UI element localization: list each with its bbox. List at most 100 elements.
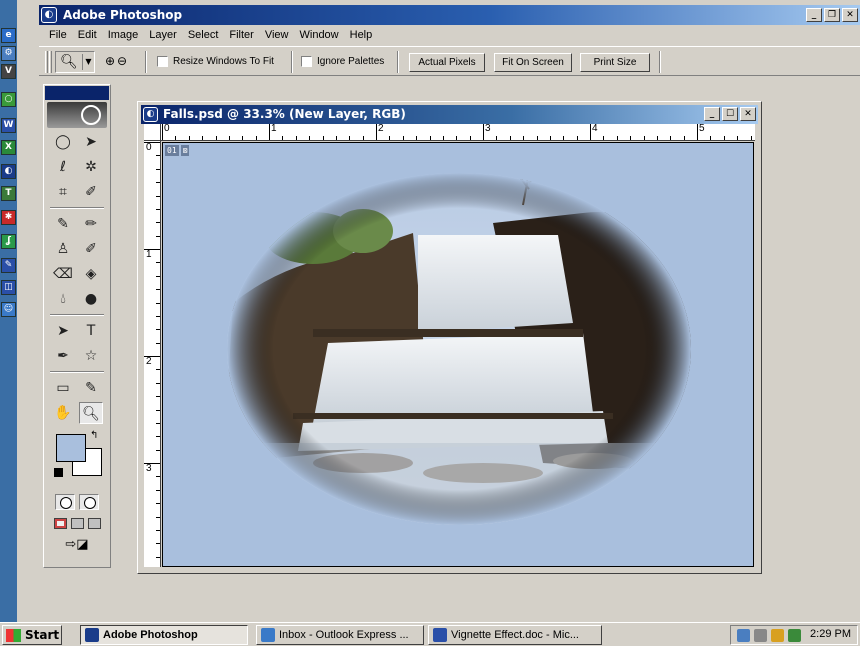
ignore-palettes-checkbox[interactable]: Ignore Palettes	[301, 56, 384, 67]
clock[interactable]: 2:29 PM	[810, 628, 851, 640]
magic-wand-tool-icon[interactable]: ✲	[79, 156, 103, 178]
photoshop-icon[interactable]: ◐	[1, 164, 16, 179]
task-photoshop[interactable]: Adobe Photoshop	[80, 625, 248, 645]
checkbox-box[interactable]	[301, 56, 312, 67]
standard-screen-mode-button[interactable]	[53, 518, 67, 529]
photoshop-app-icon[interactable]: ◐	[41, 7, 57, 23]
app-icon-green[interactable]: ○	[1, 92, 16, 107]
pen-tool-icon[interactable]: ✒	[51, 345, 75, 367]
menu-image[interactable]: Image	[108, 29, 139, 41]
ruler-vertical[interactable]: 0 1 2 3	[144, 141, 161, 567]
jump-to-imageready-icon[interactable]: ⇨◪	[61, 537, 93, 555]
ruler-tick	[175, 136, 177, 140]
resize-windows-label: Resize Windows To Fit	[173, 56, 274, 67]
ruler-tick	[156, 476, 160, 478]
vnc-icon[interactable]: V	[1, 64, 16, 79]
close-icon[interactable]: ✕	[842, 8, 858, 22]
system-tray: 2:29 PM	[730, 625, 858, 645]
photoshop-eye-logo[interactable]	[47, 102, 107, 128]
healing-brush-tool-icon[interactable]: ✎	[51, 213, 75, 235]
options-bar-grip-2[interactable]	[49, 51, 52, 73]
dodge-tool-icon[interactable]: ●	[79, 288, 103, 310]
ruler-left-label: 1	[146, 249, 152, 260]
hand-tool-icon[interactable]: ✋	[51, 402, 75, 424]
menu-edit[interactable]: Edit	[78, 29, 97, 41]
shape-tool-icon[interactable]: ☆	[79, 345, 103, 367]
menu-select[interactable]: Select	[188, 29, 219, 41]
network-tray-icon[interactable]	[737, 629, 750, 642]
fit-on-screen-button[interactable]: Fit On Screen	[494, 53, 572, 72]
pen-app-icon[interactable]: ✎	[1, 258, 16, 273]
ruler-origin[interactable]	[144, 124, 161, 141]
menu-filter[interactable]: Filter	[229, 29, 253, 41]
zoom-tool-icon[interactable]: 🔍︎	[79, 402, 103, 424]
menu-help[interactable]: Help	[350, 29, 373, 41]
eraser-tool-icon[interactable]: ⌫	[51, 263, 75, 285]
move-tool-icon[interactable]: ➤	[79, 131, 103, 153]
blur-tool-icon[interactable]: 💧︎	[51, 288, 75, 310]
minimize-icon[interactable]: _	[806, 8, 822, 22]
clone-stamp-tool-icon[interactable]: ♙	[51, 238, 75, 260]
restore-icon[interactable]: ❐	[824, 8, 840, 22]
vnc-tray-icon[interactable]	[788, 629, 801, 642]
brush-tool-icon[interactable]: ✏	[79, 213, 103, 235]
quick-mask-mode-button[interactable]	[79, 494, 99, 510]
pdf-icon[interactable]: T	[1, 186, 16, 201]
acrobat-icon[interactable]: ✱	[1, 210, 16, 225]
volume-tray-icon[interactable]	[754, 629, 767, 642]
dreamweaver-icon[interactable]: ʆ	[1, 234, 16, 249]
task-word-document[interactable]: Vignette Effect.doc - Mic...	[428, 625, 602, 645]
options-bar-grip[interactable]	[45, 51, 48, 73]
menu-window[interactable]: Window	[300, 29, 339, 41]
default-colors-icon[interactable]	[54, 468, 63, 477]
chevron-down-icon[interactable]: ▼	[82, 54, 94, 70]
path-selection-tool-icon[interactable]: ➤	[51, 320, 75, 342]
crop-tool-icon[interactable]: ⌗	[51, 181, 75, 203]
actual-pixels-button[interactable]: Actual Pixels	[409, 53, 485, 72]
menu-view[interactable]: View	[265, 29, 289, 41]
maximize-icon[interactable]: ☐	[722, 107, 738, 121]
task-outlook-express[interactable]: Inbox - Outlook Express ...	[256, 625, 424, 645]
word-icon[interactable]: W	[1, 118, 16, 133]
history-brush-tool-icon[interactable]: ✐	[79, 238, 103, 260]
close-icon[interactable]: ✕	[740, 107, 756, 121]
toolbox-divider	[50, 314, 104, 316]
type-tool-icon[interactable]: T	[79, 320, 103, 342]
toolbox-header[interactable]	[45, 86, 109, 100]
full-screen-mode-button[interactable]	[87, 518, 101, 529]
ruler-tick	[156, 543, 160, 545]
full-screen-menu-mode-button[interactable]	[70, 518, 84, 529]
swap-colors-icon[interactable]: ↰	[90, 430, 98, 441]
lasso-tool-icon[interactable]: ℓ	[51, 156, 75, 178]
ruler-tick	[563, 136, 565, 140]
document-titlebar[interactable]: ◐ Falls.psd @ 33.3% (New Layer, RGB) _ ☐…	[141, 105, 758, 124]
menu-file[interactable]: File	[49, 29, 67, 41]
people-icon[interactable]: ☺	[1, 302, 16, 317]
slice-tool-icon[interactable]: ✐	[79, 181, 103, 203]
marquee-tool-icon[interactable]: ◯	[51, 131, 75, 153]
app-titlebar[interactable]: ◐ Adobe Photoshop _ ❐ ✕	[39, 5, 860, 25]
network-icon[interactable]: ⚙	[1, 46, 16, 61]
menu-layer[interactable]: Layer	[149, 29, 177, 41]
start-button[interactable]: Start	[2, 625, 62, 645]
ruler-tick	[156, 275, 160, 277]
print-size-button[interactable]: Print Size	[580, 53, 650, 72]
ruler-tick	[670, 136, 672, 140]
eyedropper-tool-icon[interactable]: ✎	[79, 377, 103, 399]
zoom-in-out-icons[interactable]: ⊕⊖	[105, 54, 129, 68]
ie-icon[interactable]: e	[1, 28, 16, 43]
minimize-icon[interactable]: _	[704, 107, 720, 121]
resize-windows-checkbox[interactable]: Resize Windows To Fit	[157, 56, 274, 67]
tool-preset-picker[interactable]: 🔍︎ ▼	[55, 51, 95, 73]
image-canvas[interactable]: 01 ⊠	[162, 142, 754, 567]
document-title: Falls.psd @ 33.3% (New Layer, RGB)	[163, 107, 406, 121]
notes-tool-icon[interactable]: ▭	[51, 377, 75, 399]
book-icon[interactable]: ◫	[1, 280, 16, 295]
standard-mode-button[interactable]	[55, 494, 75, 510]
excel-icon[interactable]: X	[1, 140, 16, 155]
foreground-color-swatch[interactable]	[56, 434, 86, 462]
pen-tray-icon[interactable]	[771, 629, 784, 642]
paint-bucket-tool-icon[interactable]: ◈	[79, 263, 103, 285]
ruler-horizontal[interactable]: 0 1 2 3 4 5	[161, 124, 755, 141]
checkbox-box[interactable]	[157, 56, 168, 67]
